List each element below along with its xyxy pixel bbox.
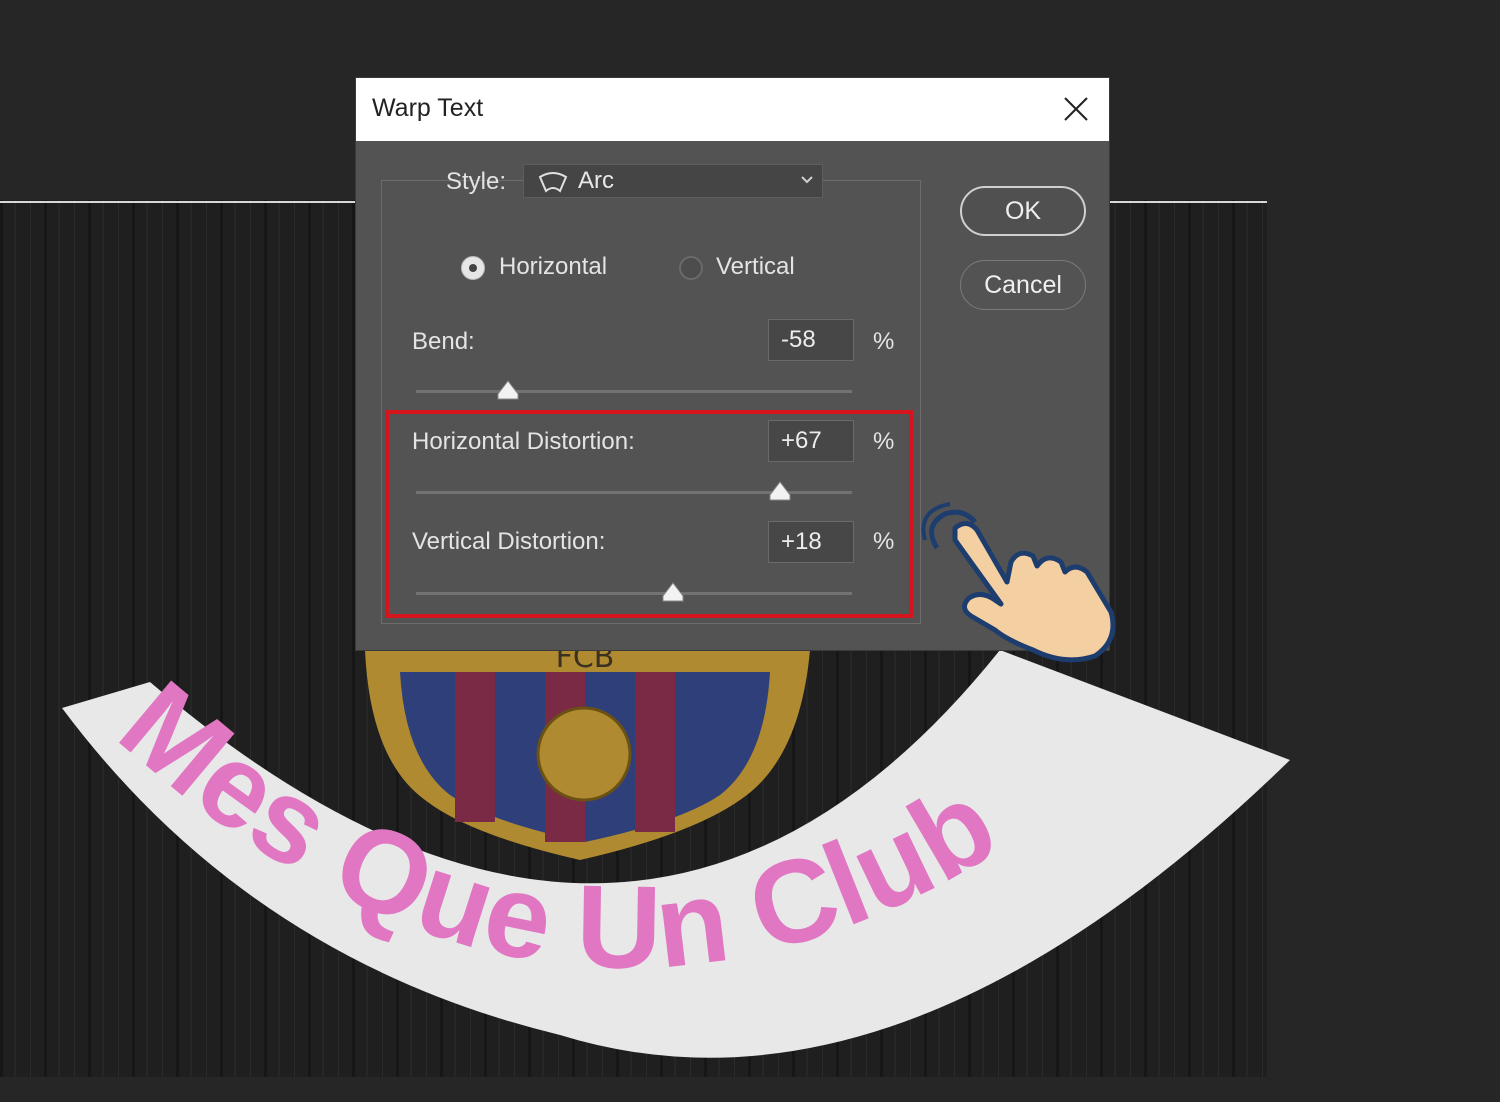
dialog-titlebar: Warp Text [356,78,1109,141]
vertical-radio[interactable] [679,256,703,280]
bend-slider-thumb[interactable] [496,380,520,400]
style-value: Arc [578,167,614,194]
vertical-radio-label: Vertical [716,253,795,280]
style-dropdown[interactable]: Arc [523,164,823,198]
bend-input[interactable]: -58 [768,319,854,361]
arc-icon [538,172,568,193]
bend-slider[interactable] [416,380,852,400]
hand-pointer-icon [921,502,1116,663]
horizontal-radio-label: Horizontal [499,253,608,280]
chevron-down-icon [801,176,813,184]
style-label: Style: [446,168,507,195]
cancel-button[interactable]: Cancel [960,260,1086,310]
bend-label: Bend: [412,328,475,355]
close-icon [1064,97,1088,121]
distortion-highlight-box [385,410,913,618]
dialog-title: Warp Text [372,94,484,122]
horizontal-radio[interactable] [461,256,485,280]
close-button[interactable] [1059,92,1093,126]
ok-button[interactable]: OK [960,186,1086,236]
bend-unit: % [873,328,895,355]
